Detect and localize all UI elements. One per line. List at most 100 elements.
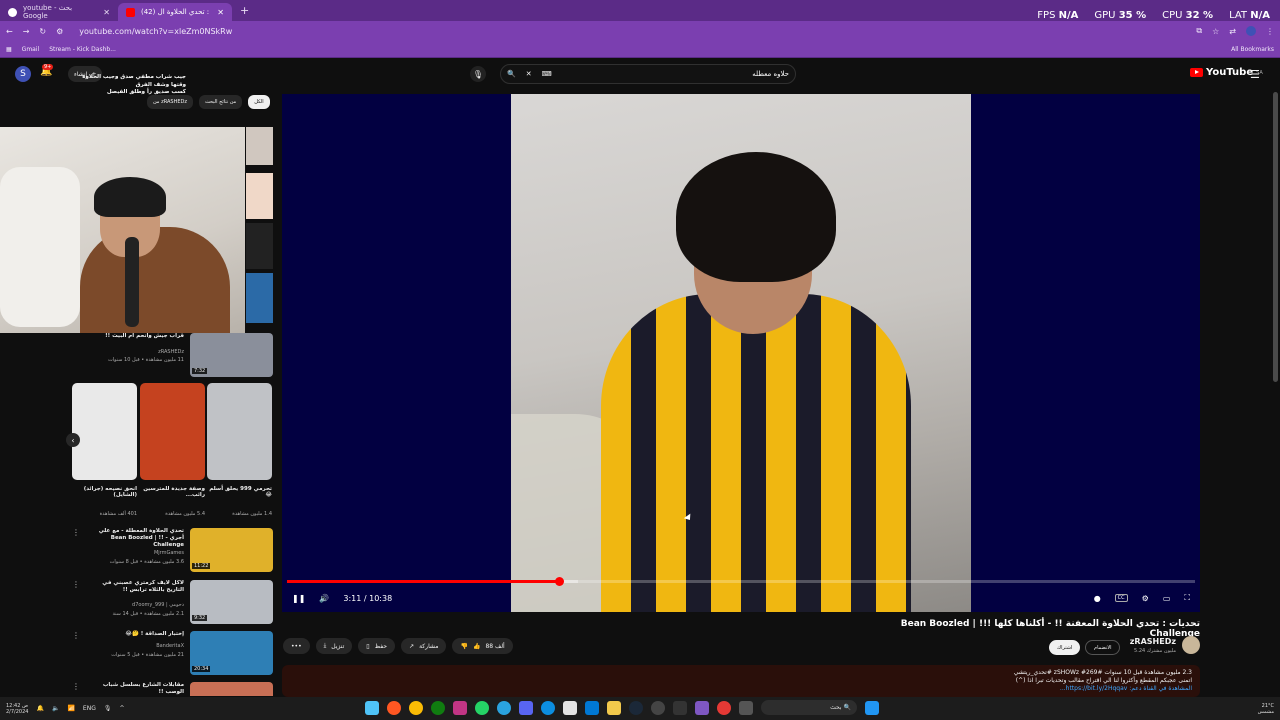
telegram-icon[interactable] bbox=[497, 700, 511, 715]
video-title[interactable]: لاكل لايف كرمتري عصبني في التاريخ بالثلا… bbox=[84, 580, 184, 594]
wifi-icon[interactable]: 📶 bbox=[67, 705, 74, 712]
video-title[interactable]: تحدي الحلاوة المعطلة - مع علي أجري - !! … bbox=[84, 528, 184, 549]
channel-name[interactable]: MjrmGames bbox=[84, 550, 184, 556]
fullscreen-icon[interactable]: ⛶ bbox=[1184, 593, 1190, 603]
save-button[interactable]: ▯ حفظ bbox=[358, 638, 396, 654]
video-title[interactable]: قراب جيش وأنحم أم البيت !! bbox=[84, 333, 184, 340]
tab-youtube-video[interactable]: (42) تحديات : تحدي الحلاوة ال... ✕ bbox=[118, 3, 232, 21]
video-thumbnail[interactable] bbox=[246, 273, 273, 323]
apps-icon[interactable]: ▦ bbox=[6, 46, 12, 53]
list-item[interactable]: ⋮ 9:32 لاكل لايف كرمتري عصبني في التاريخ… bbox=[70, 580, 275, 628]
description-box[interactable]: 2.3 مليون مشاهدة قبل 10 سنوات #zSHOWz #2… bbox=[282, 665, 1200, 697]
video-title[interactable]: مقابلات الشارع بسلسل شباب الوصب !! bbox=[84, 682, 184, 696]
instagram-icon[interactable] bbox=[453, 700, 467, 715]
video-player[interactable]: ❚❚ 🔊 3:11 / 10:38 ● CC ⚙ ▭ ⛶ bbox=[282, 94, 1200, 612]
profile-icon[interactable] bbox=[1246, 26, 1256, 36]
app-icon[interactable] bbox=[365, 700, 379, 715]
short-title[interactable]: وصفة جديدة للمترسين رائب... bbox=[140, 486, 205, 498]
channel-name[interactable]: BanderitaX bbox=[84, 643, 184, 649]
edge-icon[interactable] bbox=[541, 700, 555, 715]
weather-widget[interactable]: 21°C مشمس bbox=[1258, 703, 1274, 715]
all-bookmarks[interactable]: All Bookmarks bbox=[1231, 46, 1274, 53]
lang-indicator[interactable]: ENG bbox=[83, 705, 96, 712]
back-icon[interactable]: ← bbox=[6, 27, 13, 36]
keyboard-icon[interactable]: ⌨ bbox=[542, 70, 552, 78]
extensions-icon[interactable]: ⇄ bbox=[1229, 27, 1236, 36]
download-button[interactable]: ⤓ تنزيل bbox=[315, 638, 353, 654]
list-item[interactable]: ⋮ 20:34 إختبار الصداقة ! 🤔😂 BanderitaX 2… bbox=[70, 631, 275, 679]
xbox-icon[interactable] bbox=[431, 700, 445, 715]
app-icon[interactable] bbox=[695, 700, 709, 715]
share-button[interactable]: ↗ مشاركة bbox=[401, 638, 447, 654]
settings-gear-icon[interactable]: ⚙ bbox=[1142, 594, 1149, 603]
more-actions-button[interactable]: ••• bbox=[283, 638, 310, 654]
more-options-icon[interactable]: ⋮ bbox=[72, 580, 80, 589]
autoplay-toggle-icon[interactable]: ● bbox=[1094, 594, 1101, 603]
forward-icon[interactable]: → bbox=[23, 27, 30, 36]
new-tab-button[interactable]: + bbox=[240, 4, 249, 17]
voice-search-button[interactable]: 🎙 bbox=[470, 66, 486, 82]
close-icon[interactable]: ✕ bbox=[103, 8, 110, 17]
outlook-icon[interactable] bbox=[585, 700, 599, 715]
subscribe-button[interactable]: اشتراك bbox=[1049, 640, 1081, 655]
clear-search-icon[interactable]: ✕ bbox=[526, 70, 532, 78]
install-icon[interactable]: ⧉ bbox=[1196, 26, 1202, 36]
notifications-button[interactable]: 🔔 9+ bbox=[40, 64, 54, 77]
short-thumbnail[interactable] bbox=[72, 383, 137, 480]
steam-icon[interactable] bbox=[629, 700, 643, 715]
bell-icon[interactable]: 🔔 bbox=[36, 705, 43, 712]
app-icon[interactable] bbox=[739, 700, 753, 715]
chrome-icon[interactable] bbox=[409, 700, 423, 715]
volume-icon[interactable]: 🔈 bbox=[52, 705, 59, 712]
channel-avatar[interactable] bbox=[1182, 636, 1200, 654]
video-thumbnail[interactable] bbox=[246, 223, 273, 269]
short-title[interactable]: تحرمي 999 يحلق أسلم 😂 bbox=[207, 486, 272, 498]
more-options-icon[interactable]: ⋮ bbox=[72, 631, 80, 640]
more-options-icon[interactable]: ⋮ bbox=[72, 682, 80, 691]
url-field[interactable]: youtube.com/watch?v=xleZm0NSkRw bbox=[79, 27, 232, 36]
site-info-icon[interactable]: ⚙ bbox=[56, 27, 63, 36]
video-thumbnail[interactable] bbox=[246, 127, 273, 165]
pause-icon[interactable]: ❚❚ bbox=[292, 594, 305, 603]
tab-google-search[interactable]: youtube - بحث Google ✕ bbox=[0, 3, 118, 21]
menu-dots-icon[interactable]: ⋮ bbox=[1266, 27, 1274, 36]
channel-name[interactable]: zRASHEDz bbox=[84, 349, 184, 355]
taskbar-search[interactable]: بحث 🔍 bbox=[761, 700, 857, 715]
search-icon[interactable]: 🔍 bbox=[507, 70, 516, 78]
page-scrollbar[interactable] bbox=[1273, 92, 1278, 382]
mic-icon[interactable]: 🎙 bbox=[104, 705, 112, 712]
app-icon[interactable] bbox=[651, 700, 665, 715]
video-frame[interactable] bbox=[511, 94, 971, 612]
dislike-icon[interactable]: 👎 bbox=[460, 643, 467, 650]
subtitles-icon[interactable]: CC bbox=[1114, 594, 1128, 602]
list-item[interactable]: 7:32 قراب جيش وأنحم أم البيت !! zRASHEDz… bbox=[70, 333, 275, 381]
reload-icon[interactable]: ↻ bbox=[39, 27, 46, 36]
clock[interactable]: 12:42 ص 2/7/2024 bbox=[6, 703, 28, 715]
close-icon[interactable]: ✕ bbox=[217, 8, 224, 17]
avatar[interactable]: S bbox=[15, 66, 31, 82]
volume-icon[interactable]: 🔊 bbox=[319, 594, 329, 603]
description-link[interactable]: المشاهدة في القناة دعم: https://bit.ly/2… bbox=[290, 685, 1192, 693]
miniplayer-icon[interactable]: ▭ bbox=[1163, 594, 1171, 603]
short-title[interactable]: انحق نصيحه (جرائد)(الشايل) bbox=[72, 486, 137, 498]
chevron-up-icon[interactable]: ^ bbox=[119, 705, 124, 712]
video-thumbnail[interactable] bbox=[190, 682, 273, 696]
more-options-icon[interactable]: ⋮ bbox=[72, 528, 80, 537]
hamburger-menu-icon[interactable]: ☰ bbox=[1250, 68, 1260, 81]
list-item[interactable]: ⋮ 11:22 تحدي الحلاوة المعطلة - مع علي أج… bbox=[70, 528, 275, 576]
progress-bar[interactable] bbox=[287, 577, 1195, 586]
bookmark-gmail[interactable]: Gmail bbox=[22, 46, 40, 53]
app-icon[interactable] bbox=[673, 700, 687, 715]
app-icon[interactable] bbox=[563, 700, 577, 715]
list-item[interactable]: ⋮ مقابلات الشارع بسلسل شباب الوصب !! bbox=[70, 682, 275, 696]
folder-icon[interactable] bbox=[607, 700, 621, 715]
channel-name[interactable]: d7oomy_999 | دحومي bbox=[84, 602, 184, 608]
star-icon[interactable]: ☆ bbox=[1212, 27, 1219, 36]
video-thumbnail[interactable] bbox=[246, 173, 273, 219]
app-icon[interactable] bbox=[387, 700, 401, 715]
short-thumbnail[interactable] bbox=[140, 383, 205, 480]
discord-icon[interactable] bbox=[519, 700, 533, 715]
bookmark-kick[interactable]: Stream - Kick Dashb... bbox=[49, 46, 116, 53]
like-icon[interactable]: 👍 bbox=[473, 643, 480, 650]
chip-channel[interactable]: من zRASHEDz bbox=[147, 95, 193, 109]
